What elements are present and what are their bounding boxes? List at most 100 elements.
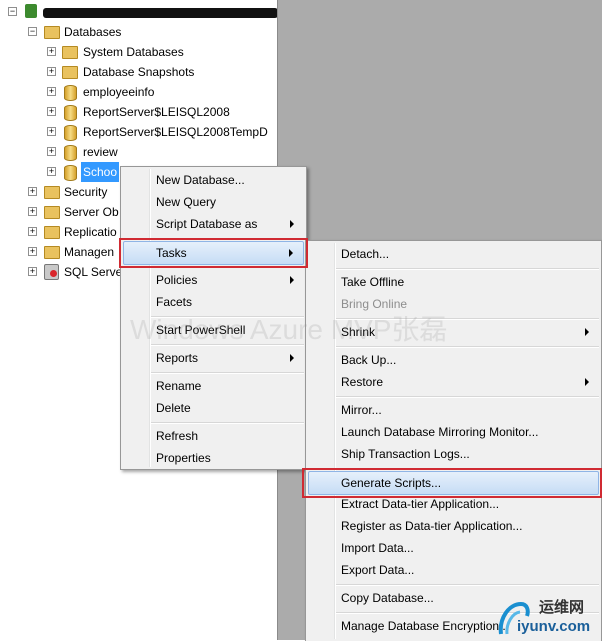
folder-icon	[62, 46, 78, 59]
menu-item-register-data-tier[interactable]: Register as Data-tier Application...	[308, 515, 599, 537]
menu-item-label: Detach...	[341, 247, 390, 261]
menu-item-launch-mirroring-monitor[interactable]: Launch Database Mirroring Monitor...	[308, 421, 599, 443]
menu-item-mirror[interactable]: Mirror...	[308, 399, 599, 421]
tree-label: review	[83, 145, 118, 159]
menu-item-label: New Query	[156, 195, 217, 209]
expand-icon[interactable]: +	[28, 247, 37, 256]
submenu-arrow-icon	[585, 328, 589, 336]
expand-icon[interactable]: +	[47, 127, 56, 136]
menu-item-label: Import Data...	[341, 541, 414, 555]
submenu-arrow-icon	[290, 354, 294, 362]
tree-label: Server Ob	[64, 205, 119, 219]
tree-label: Managen	[64, 245, 115, 259]
server-icon	[25, 4, 37, 18]
menu-item-script-database-as[interactable]: Script Database as	[123, 213, 304, 235]
expand-icon[interactable]: +	[47, 67, 56, 76]
database-icon	[64, 125, 77, 141]
database-icon	[64, 165, 77, 181]
menu-item-restore[interactable]: Restore	[308, 371, 599, 393]
tree-label: Replicatio	[64, 225, 117, 239]
menu-item-new-database[interactable]: New Database...	[123, 169, 304, 191]
tree-node-server[interactable]: −	[8, 2, 278, 22]
menu-separator	[151, 422, 304, 424]
tree-label: ReportServer$LEISQL2008	[83, 105, 230, 119]
folder-icon	[62, 66, 78, 79]
menu-item-reports[interactable]: Reports	[123, 347, 304, 369]
agent-icon	[44, 264, 59, 280]
tasks-highlight-box	[119, 238, 308, 268]
menu-item-label: Ship Transaction Logs...	[341, 447, 470, 461]
menu-item-refresh[interactable]: Refresh	[123, 425, 304, 447]
generate-scripts-highlight-box	[302, 468, 602, 498]
submenu-arrow-icon	[585, 378, 589, 386]
expand-icon[interactable]: +	[28, 267, 37, 276]
collapse-icon[interactable]: −	[8, 7, 17, 16]
database-icon	[64, 105, 77, 121]
tree-label: Security	[64, 185, 108, 199]
menu-separator	[336, 584, 599, 586]
menu-item-new-query[interactable]: New Query	[123, 191, 304, 213]
submenu-arrow-icon	[290, 220, 294, 228]
folder-icon	[44, 246, 60, 259]
menu-item-label: Rename	[156, 379, 202, 393]
folder-icon	[44, 206, 60, 219]
database-icon	[64, 145, 77, 161]
submenu-arrow-icon	[290, 276, 294, 284]
tree-label: ReportServer$LEISQL2008TempD	[83, 125, 268, 139]
tree-label: SQL Serve	[64, 265, 123, 279]
tree-label-selected: Schoo	[81, 162, 120, 182]
menu-item-label: Export Data...	[341, 563, 415, 577]
menu-item-back-up[interactable]: Back Up...	[308, 349, 599, 371]
menu-item-export-data[interactable]: Export Data...	[308, 559, 599, 581]
menu-item-label: Refresh	[156, 429, 199, 443]
menu-item-label: Script Database as	[156, 217, 258, 231]
expand-icon[interactable]: +	[47, 147, 56, 156]
database-icon	[64, 85, 77, 101]
menu-item-label: Take Offline	[341, 275, 405, 289]
tree-label: Databases	[64, 25, 122, 39]
menu-item-label: Restore	[341, 375, 384, 389]
expand-icon[interactable]: +	[47, 167, 56, 176]
menu-item-label: Properties	[156, 451, 211, 465]
menu-item-policies[interactable]: Policies	[123, 269, 304, 291]
menu-item-take-offline[interactable]: Take Offline	[308, 271, 599, 293]
menu-item-label: Back Up...	[341, 353, 397, 367]
folder-icon	[44, 226, 60, 239]
menu-item-label: Launch Database Mirroring Monitor...	[341, 425, 539, 439]
site-logo: 运维网 iyunv.com	[497, 594, 602, 640]
menu-item-detach[interactable]: Detach...	[308, 243, 599, 265]
expand-icon[interactable]: +	[28, 227, 37, 236]
menu-item-label: Mirror...	[341, 403, 382, 417]
expand-icon[interactable]: +	[47, 87, 56, 96]
logo-url: iyunv.com	[517, 618, 591, 635]
expand-icon[interactable]: +	[28, 187, 37, 196]
tree-label: employeeinfo	[83, 85, 155, 99]
menu-item-label: New Database...	[156, 173, 245, 187]
menu-item-label: Copy Database...	[341, 591, 434, 605]
tree-label: Database Snapshots	[83, 65, 195, 79]
menu-item-label: Manage Database Encryption...	[341, 619, 510, 633]
folder-icon	[44, 186, 60, 199]
collapse-icon[interactable]: −	[28, 27, 37, 36]
server-name-redacted	[43, 8, 278, 18]
menu-item-properties[interactable]: Properties	[123, 447, 304, 469]
menu-item-label: Delete	[156, 401, 191, 415]
menu-item-label: Register as Data-tier Application...	[341, 519, 523, 533]
menu-separator	[336, 268, 599, 270]
menu-item-delete[interactable]: Delete	[123, 397, 304, 419]
menu-item-label: Reports	[156, 351, 199, 365]
folder-icon	[44, 26, 60, 39]
logo-name: 运维网	[539, 598, 585, 616]
expand-icon[interactable]: +	[47, 107, 56, 116]
expand-icon[interactable]: +	[47, 47, 56, 56]
tree-label: System Databases	[83, 45, 184, 59]
menu-item-ship-transaction-logs[interactable]: Ship Transaction Logs...	[308, 443, 599, 465]
menu-item-rename[interactable]: Rename	[123, 375, 304, 397]
tree-node-reportserver-tempdb[interactable]: + ReportServer$LEISQL2008TempD	[47, 122, 278, 142]
expand-icon[interactable]: +	[28, 207, 37, 216]
menu-item-import-data[interactable]: Import Data...	[308, 537, 599, 559]
menu-separator	[151, 372, 304, 374]
menu-separator	[336, 396, 599, 398]
watermark-text: Windows Azure MVP张磊	[130, 314, 448, 345]
menu-item-label: Policies	[156, 273, 198, 287]
